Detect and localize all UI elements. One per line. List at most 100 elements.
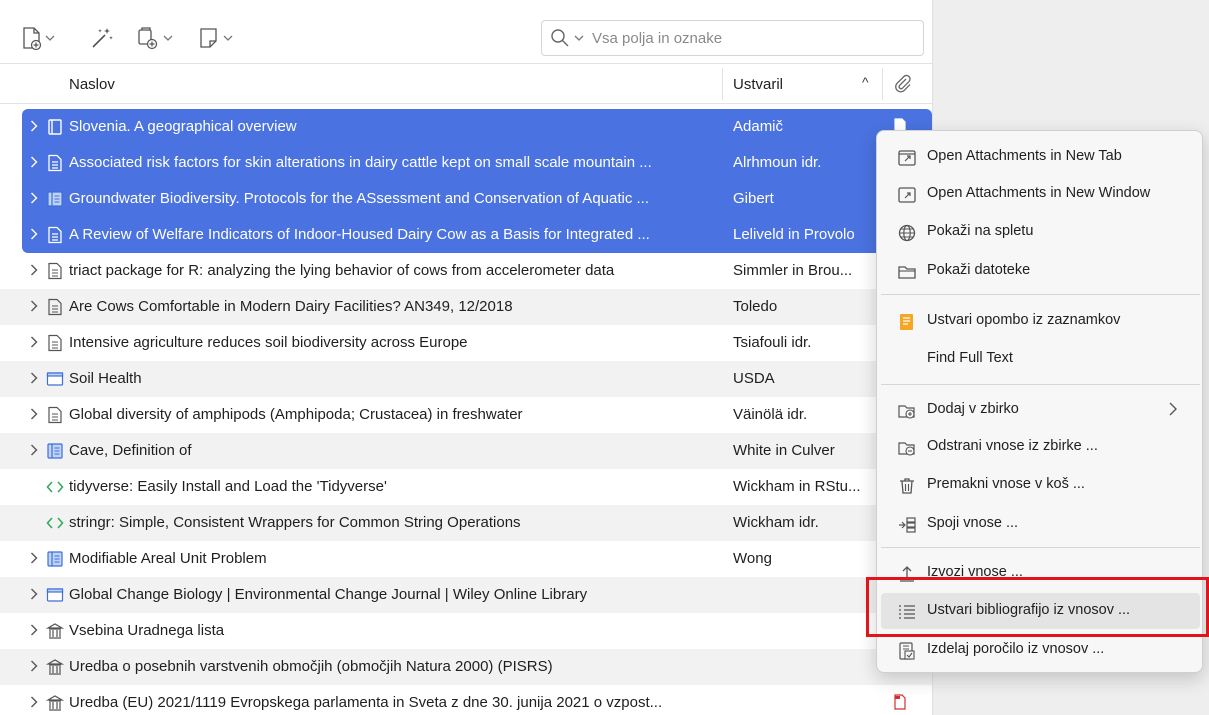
chevron-right-icon[interactable]: [30, 443, 40, 457]
item-title: triact package for R: analyzing the lyin…: [69, 262, 615, 279]
menu-item-globe[interactable]: Pokaži na spletu: [881, 214, 1200, 250]
chevron-right-icon[interactable]: [30, 659, 40, 673]
chevron-right-icon[interactable]: [30, 695, 40, 709]
search-icon[interactable]: [550, 28, 570, 48]
chevron-right-icon[interactable]: [30, 191, 40, 205]
paperclip-icon[interactable]: [894, 74, 912, 94]
item-row[interactable]: Are Cows Comfortable in Modern Dairy Fac…: [0, 289, 932, 325]
menu-item-label: Pokaži na spletu: [927, 223, 1034, 239]
item-row[interactable]: A Review of Welfare Indicators of Indoor…: [22, 217, 932, 253]
new-item-button[interactable]: [22, 20, 55, 56]
chevron-right-icon[interactable]: [30, 371, 40, 385]
item-creator: Simmler in Brou...: [733, 262, 853, 279]
chevron-right-icon[interactable]: [30, 263, 40, 277]
item-row[interactable]: Vsebina Uradnega lista: [0, 613, 932, 649]
item-title: Uredba o posebnih varstvenih območjih (o…: [69, 658, 553, 675]
menu-item-find-full-text[interactable]: Find Full Text: [881, 341, 1200, 377]
chevron-right-icon[interactable]: [30, 119, 40, 133]
report-icon: [46, 442, 64, 460]
remove-from-collection-icon: [897, 438, 917, 458]
item-creator: Wong: [733, 550, 772, 567]
chevron-right-icon[interactable]: [30, 623, 40, 637]
pdf-icon[interactable]: [893, 694, 907, 710]
menu-item-report-generate[interactable]: Izdelaj poročilo iz vnosov ...: [881, 632, 1200, 668]
search-field[interactable]: Vsa polja in oznake: [541, 20, 924, 56]
menu-item-add-to-collection[interactable]: Dodaj v zbirko: [881, 392, 1200, 428]
add-by-identifier-button[interactable]: [90, 20, 114, 56]
menu-separator: [881, 294, 1200, 295]
book-icon: [46, 118, 64, 136]
sort-ascending-icon[interactable]: ^: [862, 74, 869, 90]
item-title: A Review of Welfare Indicators of Indoor…: [69, 226, 650, 243]
chevron-down-icon: [45, 34, 55, 42]
trash-icon: [897, 476, 917, 496]
chevron-right-icon[interactable]: [30, 335, 40, 349]
menu-item-label: Dodaj v zbirko: [927, 401, 1019, 417]
column-divider[interactable]: [882, 68, 883, 100]
column-divider[interactable]: [722, 68, 723, 100]
chevron-down-icon[interactable]: [574, 34, 584, 42]
chevron-right-icon[interactable]: [30, 587, 40, 601]
column-title-header[interactable]: Naslov: [69, 76, 115, 93]
add-attachment-icon: [136, 26, 160, 50]
item-creator: Wickham in RStu...: [733, 478, 861, 495]
chevron-right-icon[interactable]: [30, 407, 40, 421]
new-note-button[interactable]: [198, 20, 233, 56]
column-creator-header[interactable]: Ustvaril: [733, 76, 783, 93]
menu-item-label: Odstrani vnose iz zbirke ...: [927, 438, 1098, 454]
item-creator: Gibert: [733, 190, 774, 207]
item-title: Cave, Definition of: [69, 442, 192, 459]
item-row[interactable]: Slovenia. A geographical overview Adamič: [22, 109, 932, 145]
item-row[interactable]: Global Change Biology | Environmental Ch…: [0, 577, 932, 613]
menu-item-label: Open Attachments in New Window: [927, 185, 1151, 201]
item-title: Global Change Biology | Environmental Ch…: [69, 586, 588, 603]
item-row[interactable]: Soil Health USDA: [0, 361, 932, 397]
menu-item-merge[interactable]: Spoji vnose ...: [881, 506, 1200, 542]
search-placeholder: Vsa polja in oznake: [592, 29, 723, 47]
menu-separator: [881, 384, 1200, 385]
magic-wand-icon: [90, 26, 114, 50]
item-row[interactable]: Intensive agriculture reduces soil biodi…: [0, 325, 932, 361]
menu-item-remove-from-collection[interactable]: Odstrani vnose iz zbirke ...: [881, 429, 1200, 465]
chevron-right-icon[interactable]: [30, 227, 40, 241]
menu-item-open-tab[interactable]: Open Attachments in New Tab: [881, 139, 1200, 175]
menu-item-label: Premakni vnose v koš ...: [927, 476, 1085, 492]
menu-item-trash[interactable]: Premakni vnose v koš ...: [881, 467, 1200, 503]
item-row[interactable]: stringr: Simple, Consistent Wrappers for…: [0, 505, 932, 541]
new-note-icon: [198, 26, 220, 50]
item-creator: Tsiafouli idr.: [733, 334, 812, 351]
item-row[interactable]: Associated risk factors for skin alterat…: [22, 145, 932, 181]
item-title: Slovenia. A geographical overview: [69, 118, 297, 135]
chevron-down-icon: [163, 34, 173, 42]
item-row[interactable]: Modifiable Areal Unit Problem Wong: [0, 541, 932, 577]
item-row[interactable]: Groundwater Biodiversity. Protocols for …: [22, 181, 932, 217]
item-row[interactable]: Uredba o posebnih varstvenih območjih (o…: [0, 649, 932, 685]
chevron-right-icon[interactable]: [30, 551, 40, 565]
item-title: Intensive agriculture reduces soil biodi…: [69, 334, 468, 351]
merge-icon: [897, 515, 917, 535]
add-to-collection-icon: [897, 401, 917, 421]
item-row[interactable]: Uredba (EU) 2021/1119 Evropskega parlame…: [0, 685, 932, 715]
menu-item-label: Izdelaj poročilo iz vnosov ...: [927, 641, 1105, 657]
webpage-icon: [46, 586, 64, 604]
item-row[interactable]: Cave, Definition of White in Culver: [0, 433, 932, 469]
item-title: Uredba (EU) 2021/1119 Evropskega parlame…: [69, 694, 663, 711]
report-icon: [46, 190, 64, 208]
item-row[interactable]: triact package for R: analyzing the lyin…: [0, 253, 932, 289]
chevron-right-icon[interactable]: [30, 299, 40, 313]
add-attachment-button[interactable]: [136, 20, 173, 56]
webpage-icon: [46, 370, 64, 388]
code-icon: [46, 478, 64, 496]
statute-icon: [46, 658, 64, 676]
item-row[interactable]: Global diversity of amphipods (Amphipoda…: [0, 397, 932, 433]
item-title: Soil Health: [69, 370, 142, 387]
menu-item-label: Open Attachments in New Tab: [927, 148, 1122, 164]
menu-item-folder[interactable]: Pokaži datoteke: [881, 253, 1200, 289]
document-icon: [46, 262, 64, 280]
globe-icon: [897, 223, 917, 243]
item-creator: Leliveld in Provolo: [733, 226, 855, 243]
menu-item-open-window[interactable]: Open Attachments in New Window: [881, 176, 1200, 212]
item-row[interactable]: tidyverse: Easily Install and Load the '…: [0, 469, 932, 505]
chevron-right-icon[interactable]: [30, 155, 40, 169]
menu-item-note-annotation[interactable]: Ustvari opombo iz zaznamkov: [881, 303, 1200, 339]
